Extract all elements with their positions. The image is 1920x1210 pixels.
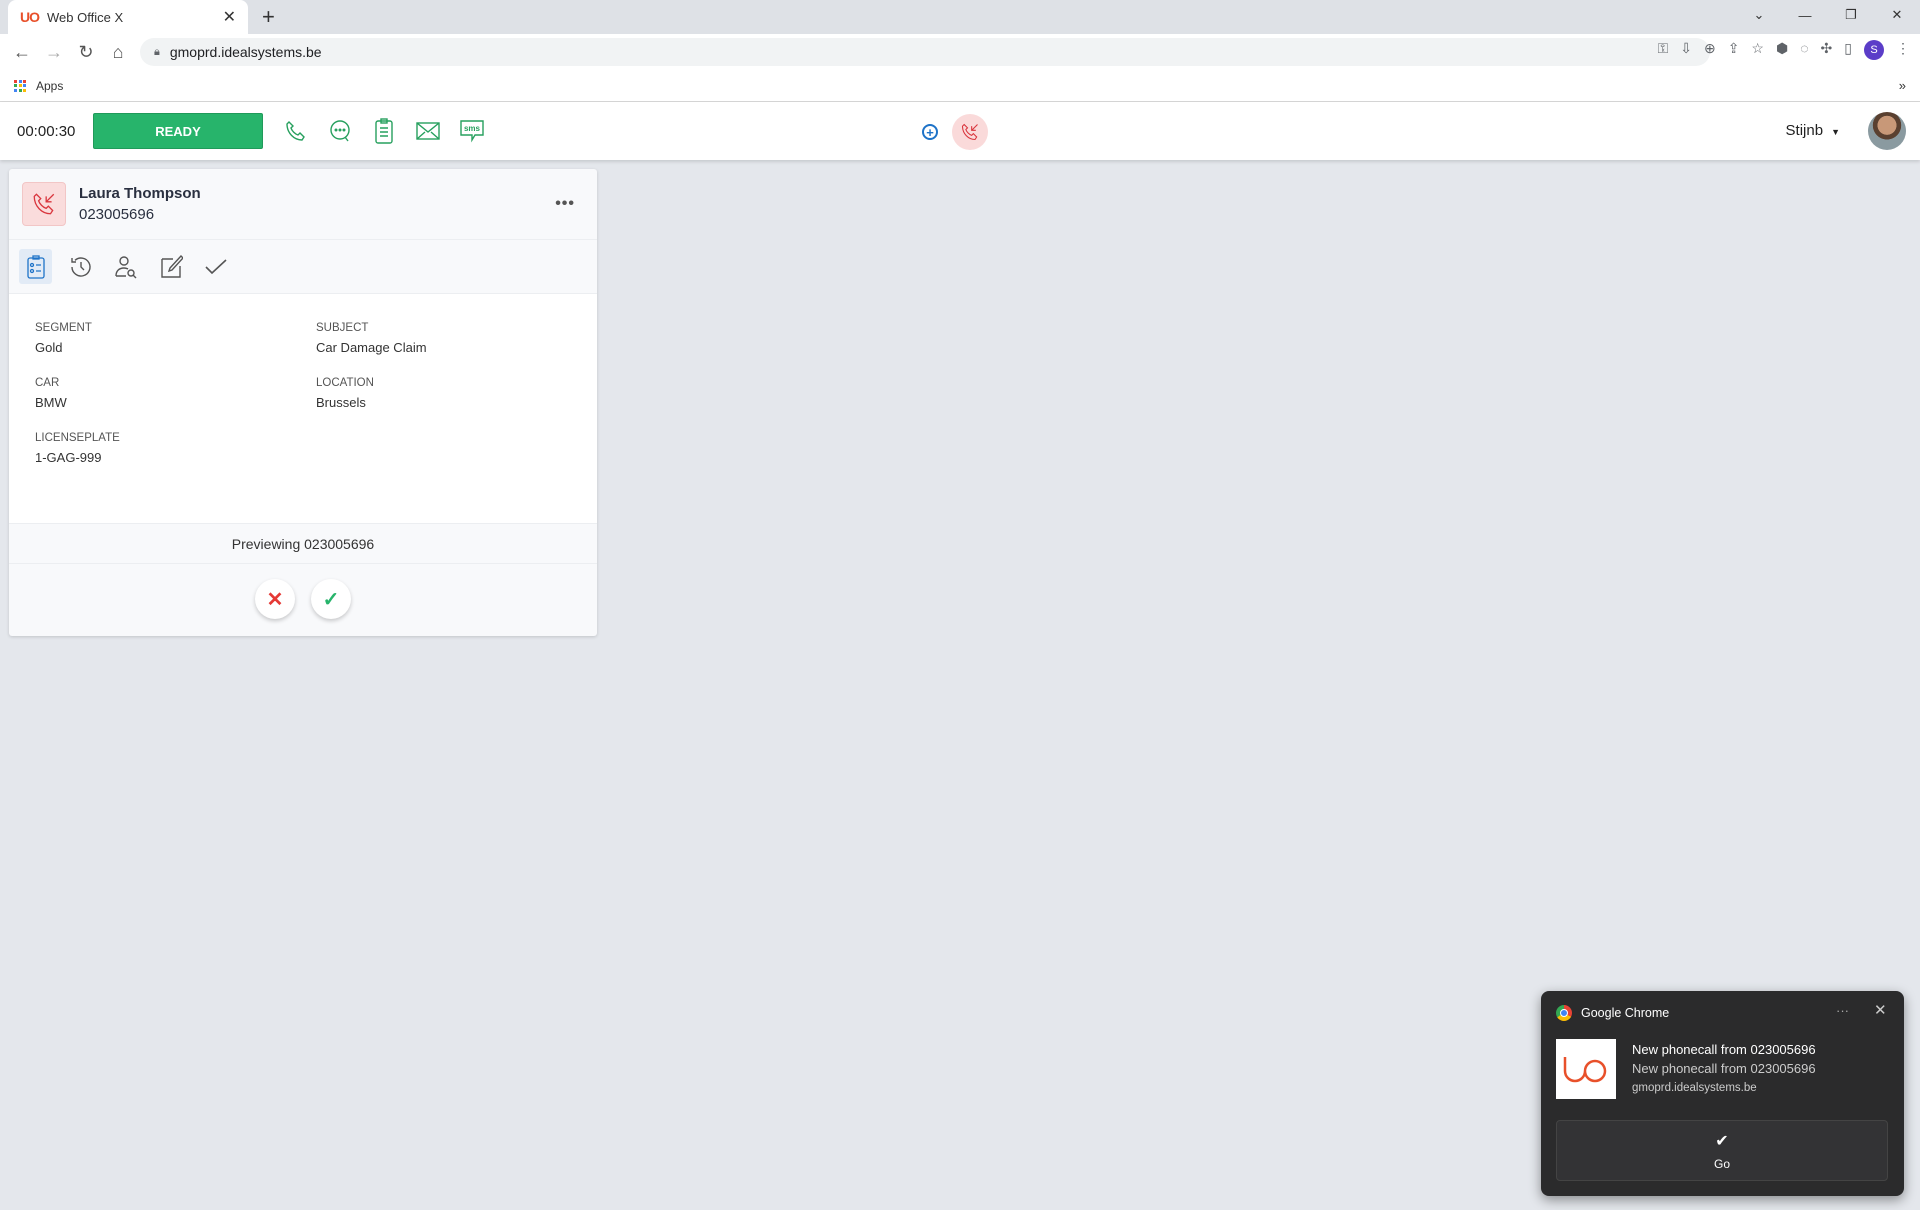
bookmarks-bar: Apps » [0, 70, 1920, 102]
field-label: CAR [35, 377, 60, 389]
field-label: SEGMENT [35, 322, 92, 334]
status-button[interactable]: READY [93, 113, 263, 149]
side-panel-icon[interactable]: ▯ [1844, 40, 1852, 60]
field-subject: SUBJECT Car Damage Claim [316, 322, 597, 355]
minimize-button[interactable]: — [1782, 0, 1828, 30]
restore-button[interactable]: ❐ [1828, 0, 1874, 30]
call-timer: 00:00:30 [17, 122, 76, 140]
field-value: Brussels [316, 395, 366, 410]
chrome-notification: Google Chrome ··· ✕ New phonecall from 0… [1541, 991, 1904, 1196]
menu-icon[interactable]: ⋮ [1896, 40, 1910, 60]
back-icon[interactable]: ← [6, 42, 38, 63]
lock-icon: 🔒︎ [154, 45, 160, 58]
adblock-icon[interactable]: ⬢ [1776, 40, 1788, 60]
field-label: SUBJECT [316, 322, 369, 334]
field-label: LICENSEPLATE [35, 432, 120, 444]
forward-icon[interactable]: → [38, 42, 70, 63]
notification-more-icon[interactable]: ··· [1836, 1003, 1849, 1018]
puzzle-icon[interactable]: ✣ [1821, 40, 1833, 60]
tab-search-icon[interactable]: ⌄ [1736, 0, 1782, 30]
more-options-icon[interactable]: ••• [555, 195, 575, 213]
notification-app: Google Chrome [1581, 1006, 1670, 1020]
incoming-call-icon[interactable] [952, 114, 988, 150]
share-icon[interactable]: ⇪ [1728, 40, 1740, 60]
add-icon[interactable]: + [922, 124, 938, 140]
key-icon[interactable]: ⚿ [1658, 40, 1669, 60]
new-tab-button[interactable]: + [262, 4, 275, 30]
sms-text: sms [464, 124, 481, 133]
field-value: BMW [35, 395, 67, 410]
go-button[interactable]: ✔ Go [1556, 1120, 1888, 1181]
incoming-call-icon [22, 182, 66, 226]
notification-title: New phonecall from 023005696 [1632, 1042, 1816, 1057]
go-label: Go [1713, 1156, 1730, 1171]
star-icon[interactable]: ☆ [1751, 40, 1764, 60]
contact-name: Laura Thompson [79, 185, 201, 202]
app-logo-icon: UO [20, 9, 40, 25]
notification-body: New phonecall from 023005696 [1632, 1061, 1816, 1076]
user-name: Stijnb [1785, 122, 1824, 139]
app-logo-icon [1556, 1039, 1616, 1099]
field-label: LOCATION [316, 377, 374, 389]
preview-status: Previewing 023005696 [9, 523, 597, 564]
field-licenseplate: LICENSEPLATE 1-GAG-999 [35, 432, 316, 465]
field-segment: SEGMENT Gold [35, 322, 316, 355]
clipboard-icon[interactable] [371, 118, 397, 144]
contact-search-tab-icon[interactable] [109, 249, 142, 284]
field-value: Car Damage Claim [316, 340, 427, 355]
close-tab-icon[interactable]: ✕ [223, 7, 236, 27]
reload-icon[interactable]: ↻ [70, 42, 102, 63]
contact-card: Laura Thompson 023005696 ••• SEGMENT Gold… [9, 169, 597, 636]
contact-phone: 023005696 [79, 206, 155, 223]
phone-icon[interactable] [283, 118, 309, 144]
browser-tab[interactable]: UO Web Office X ✕ [8, 0, 248, 34]
details-tab-icon[interactable] [19, 249, 52, 284]
apps-grid-icon [14, 79, 26, 92]
profile-avatar[interactable]: S [1864, 40, 1884, 60]
user-avatar[interactable] [1868, 112, 1906, 150]
chrome-icon [1556, 1005, 1572, 1021]
reject-button[interactable]: ✕ [255, 579, 295, 619]
user-menu[interactable]: Stijnb ▼ [1786, 122, 1840, 139]
edit-tab-icon[interactable] [154, 249, 187, 284]
home-icon[interactable]: ⌂ [102, 42, 134, 63]
zoom-icon[interactable]: ⊕ [1704, 40, 1716, 60]
check-icon: ✔ [1715, 1132, 1729, 1150]
url-input[interactable]: 🔒︎ gmoprd.idealsystems.be [140, 38, 1710, 66]
close-window-button[interactable]: ✕ [1874, 0, 1920, 30]
extension-icon[interactable]: ◌ [1800, 40, 1808, 60]
field-car: CAR BMW [35, 377, 316, 410]
mail-icon[interactable] [415, 118, 441, 144]
sms-icon[interactable]: sms [459, 118, 485, 144]
address-bar-row: ← → ↻ ⌂ 🔒︎ gmoprd.idealsystems.be ⚿ ⇩ ⊕ … [0, 34, 1920, 70]
field-location: LOCATION Brussels [316, 377, 597, 410]
caret-down-icon: ▼ [1831, 127, 1840, 137]
notification-close-icon[interactable]: ✕ [1874, 1001, 1887, 1019]
notification-origin: gmoprd.idealsystems.be [1632, 1082, 1757, 1094]
accept-button[interactable]: ✓ [311, 579, 351, 619]
app-toolbar: 00:00:30 READY sms + Stijnb ▼ [0, 102, 1920, 160]
install-icon[interactable]: ⇩ [1680, 40, 1692, 60]
url-text: gmoprd.idealsystems.be [169, 44, 322, 60]
history-tab-icon[interactable] [64, 249, 97, 284]
complete-tab-icon[interactable] [199, 249, 232, 284]
bookmark-apps[interactable]: Apps [36, 79, 63, 93]
more-bookmarks-icon[interactable]: » [1899, 78, 1906, 93]
tab-bar: UO Web Office X ✕ + ⌄ — ❐ ✕ [0, 0, 1920, 34]
tab-title: Web Office X [47, 9, 124, 25]
field-value: Gold [35, 340, 63, 355]
chat-icon[interactable] [327, 118, 353, 144]
field-value: 1-GAG-999 [35, 450, 102, 465]
